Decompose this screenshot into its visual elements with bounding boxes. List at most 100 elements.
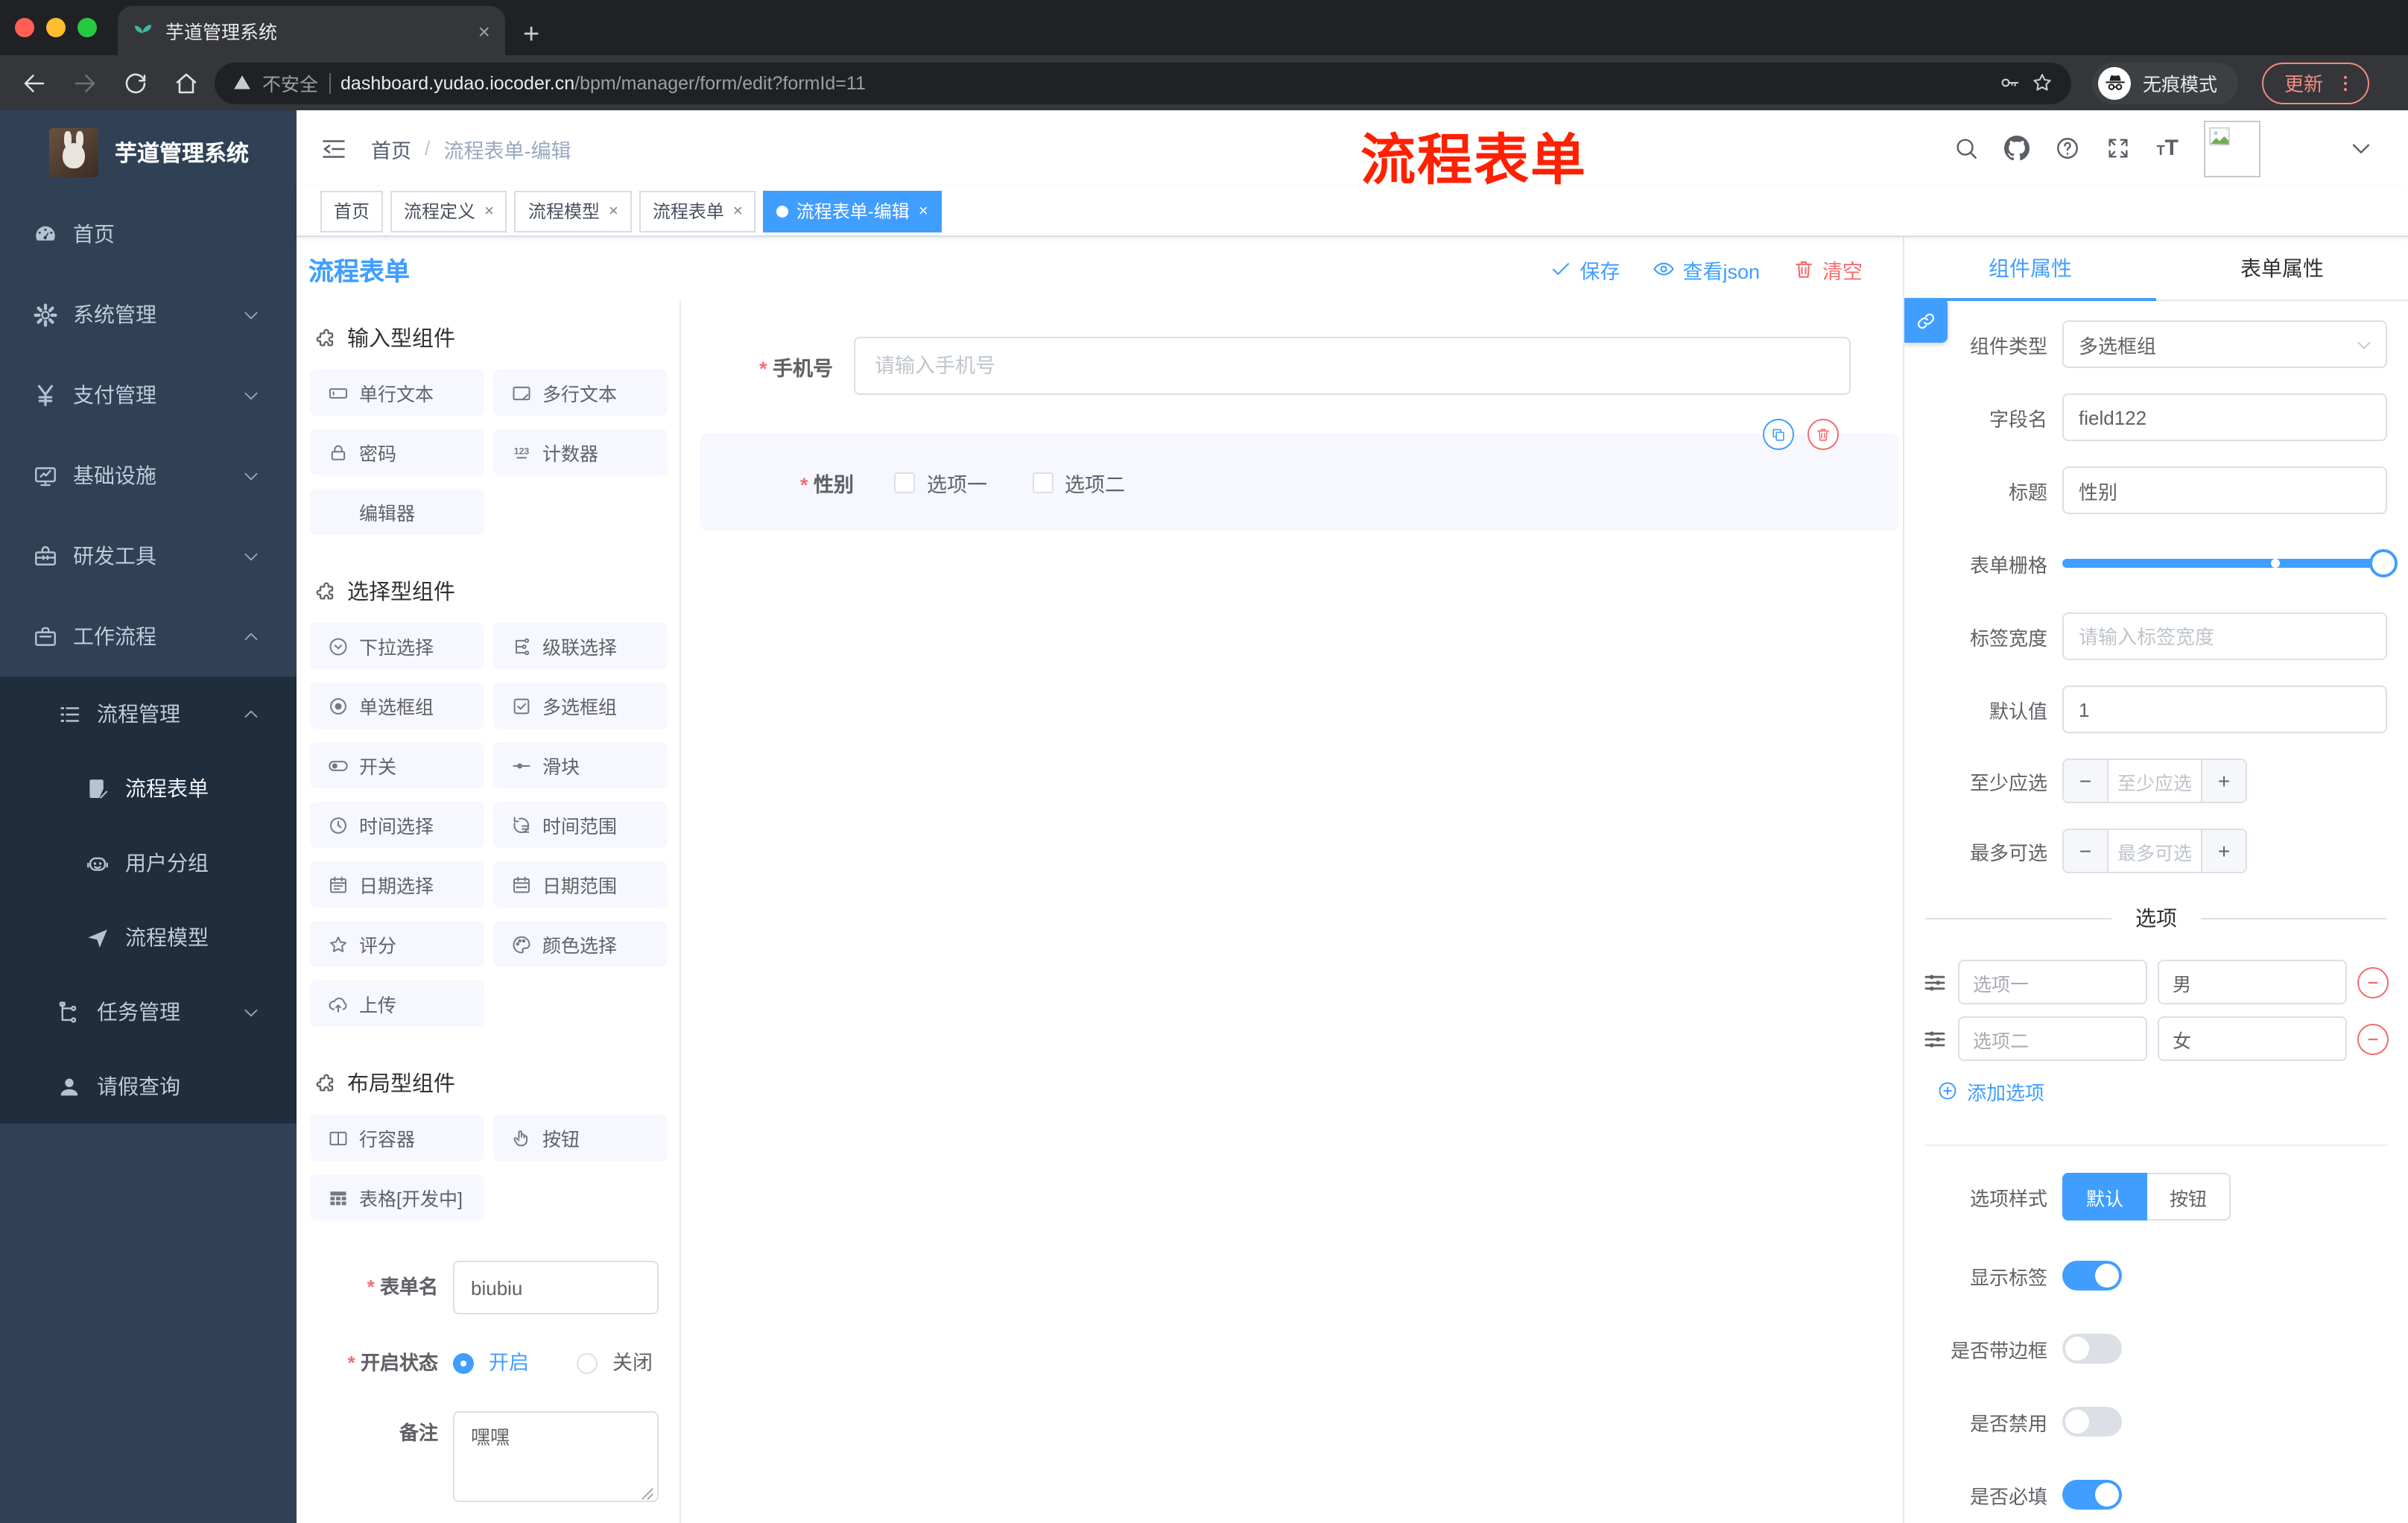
- sidebar-item[interactable]: 基础设施: [0, 435, 297, 516]
- help-icon[interactable]: [2056, 136, 2081, 161]
- sidebar-item[interactable]: 请假查询: [0, 1049, 297, 1124]
- copy-component-button[interactable]: [1763, 419, 1794, 450]
- component-item[interactable]: 行容器: [310, 1115, 484, 1161]
- minus-button[interactable]: −: [2064, 760, 2108, 802]
- tag-item[interactable]: 首页: [320, 190, 384, 232]
- toggle-switch[interactable]: [2062, 1334, 2122, 1364]
- checkbox-option[interactable]: 选项一: [894, 467, 987, 497]
- window-close-button[interactable]: [15, 18, 34, 37]
- user-avatar-broken-image[interactable]: [2204, 120, 2260, 177]
- component-item[interactable]: 日期范围: [493, 861, 668, 908]
- sidebar-item[interactable]: 首页: [0, 194, 297, 274]
- view-json-button[interactable]: 查看json: [1653, 254, 1760, 284]
- clear-button[interactable]: 清空: [1793, 254, 1863, 284]
- component-item[interactable]: 评分: [310, 921, 484, 967]
- sidebar-item[interactable]: 任务管理: [0, 975, 297, 1049]
- component-item[interactable]: 滑块: [493, 742, 668, 788]
- style-default-button[interactable]: 默认: [2062, 1173, 2148, 1220]
- address-bar[interactable]: 不安全 dashboard.yudao.iocoder.cn/bpm/manag…: [215, 62, 2071, 104]
- tag-close-icon[interactable]: ×: [733, 202, 743, 220]
- sidebar-item[interactable]: 工作流程: [0, 596, 297, 677]
- radio-off[interactable]: [577, 1353, 598, 1374]
- sidebar-item[interactable]: 研发工具: [0, 516, 297, 596]
- phone-input[interactable]: [854, 337, 1851, 395]
- component-item[interactable]: 上传: [310, 981, 484, 1027]
- component-item[interactable]: 日期选择: [310, 861, 484, 908]
- default-value-input[interactable]: [2062, 685, 2387, 733]
- slider-handle[interactable]: [2369, 549, 2398, 577]
- remove-option-button[interactable]: [2357, 1023, 2389, 1054]
- option-value-input[interactable]: [2158, 1016, 2347, 1061]
- kebab-menu-icon[interactable]: [2335, 72, 2356, 93]
- checkbox-box[interactable]: [1032, 472, 1053, 493]
- update-button[interactable]: 更新: [2262, 62, 2370, 104]
- toggle-switch[interactable]: [2062, 1261, 2122, 1291]
- search-icon[interactable]: [1954, 136, 1980, 161]
- component-item[interactable]: 按钮: [493, 1115, 668, 1161]
- plus-button[interactable]: +: [2201, 760, 2246, 802]
- minus-button[interactable]: −: [2064, 830, 2108, 872]
- breadcrumb-home[interactable]: 首页: [371, 133, 411, 163]
- add-option-button[interactable]: 添加选项: [1937, 1073, 2408, 1109]
- component-item[interactable]: 单行文本: [310, 370, 484, 416]
- tab-component-props[interactable]: 组件属性: [1904, 237, 2156, 301]
- min-select-stepper[interactable]: − 至少应选 +: [2062, 759, 2247, 803]
- toggle-switch[interactable]: [2062, 1480, 2122, 1510]
- form-name-input[interactable]: [453, 1261, 659, 1314]
- component-item[interactable]: 表格[开发中]: [310, 1174, 484, 1220]
- tag-active[interactable]: 流程表单-编辑 ×: [763, 190, 942, 232]
- sidebar-item[interactable]: 系统管理: [0, 274, 297, 355]
- form-remark-textarea[interactable]: 嘿嘿: [453, 1411, 659, 1502]
- component-item[interactable]: 密码: [310, 429, 484, 475]
- form-grid-slider[interactable]: [2062, 549, 2398, 577]
- component-type-select[interactable]: [2062, 320, 2387, 368]
- component-item[interactable]: 单选框组: [310, 683, 484, 729]
- component-item[interactable]: 时间选择: [310, 802, 484, 848]
- component-item[interactable]: 多选框组: [493, 683, 668, 729]
- component-item[interactable]: 时间范围: [493, 802, 668, 848]
- option-label-input[interactable]: [1958, 1016, 2147, 1061]
- label-width-input[interactable]: [2062, 612, 2387, 660]
- fullscreen-icon[interactable]: [2106, 136, 2132, 161]
- sidebar-item[interactable]: 流程模型: [0, 900, 297, 975]
- tab-close-icon[interactable]: ×: [478, 20, 490, 41]
- github-icon[interactable]: [2004, 136, 2030, 161]
- component-item[interactable]: 多行文本: [493, 370, 668, 416]
- component-item[interactable]: 颜色选择: [493, 921, 668, 967]
- radio-on[interactable]: [453, 1353, 474, 1374]
- sidebar-item[interactable]: 支付管理: [0, 355, 297, 435]
- tag-item[interactable]: 流程模型 ×: [514, 190, 632, 232]
- tag-close-icon[interactable]: ×: [609, 202, 618, 220]
- component-item[interactable]: 123 计数器: [493, 429, 668, 475]
- checkbox-option[interactable]: 选项二: [1032, 467, 1125, 497]
- tag-item[interactable]: 流程表单 ×: [639, 190, 756, 232]
- tag-close-icon[interactable]: ×: [484, 202, 494, 220]
- window-zoom-button[interactable]: [77, 18, 97, 37]
- option-label-input[interactable]: [1958, 960, 2147, 1004]
- back-icon[interactable]: [21, 69, 48, 96]
- browser-tab[interactable]: 芋道管理系统 ×: [118, 6, 505, 55]
- reload-icon[interactable]: [122, 69, 149, 96]
- bookmark-star-icon[interactable]: [2031, 72, 2053, 94]
- home-icon[interactable]: [173, 69, 200, 96]
- tag-item[interactable]: 流程定义 ×: [390, 190, 507, 232]
- sidebar-item[interactable]: 用户分组: [0, 826, 297, 900]
- option-value-input[interactable]: [2158, 960, 2347, 1004]
- component-item[interactable]: 编辑器: [310, 489, 484, 535]
- delete-component-button[interactable]: [1807, 419, 1839, 450]
- tag-close-icon[interactable]: ×: [919, 202, 928, 220]
- toggle-switch[interactable]: [2062, 1407, 2122, 1437]
- remove-option-button[interactable]: [2357, 966, 2389, 998]
- canvas-field-gender-selected[interactable]: 性别 选项一 选项二: [700, 419, 1898, 531]
- forward-icon[interactable]: [72, 69, 98, 96]
- sidebar-item[interactable]: 流程表单: [0, 751, 297, 826]
- window-minimize-button[interactable]: [46, 18, 66, 37]
- sidebar-item[interactable]: 流程管理: [0, 677, 297, 751]
- title-input[interactable]: [2062, 466, 2387, 514]
- link-tag[interactable]: [1904, 298, 1948, 343]
- save-button[interactable]: 保存: [1550, 254, 1620, 284]
- component-item[interactable]: 下拉选择: [310, 623, 484, 669]
- checkbox-box[interactable]: [894, 472, 915, 493]
- component-item[interactable]: 级联选择: [493, 623, 668, 669]
- hamburger-icon[interactable]: [320, 135, 347, 162]
